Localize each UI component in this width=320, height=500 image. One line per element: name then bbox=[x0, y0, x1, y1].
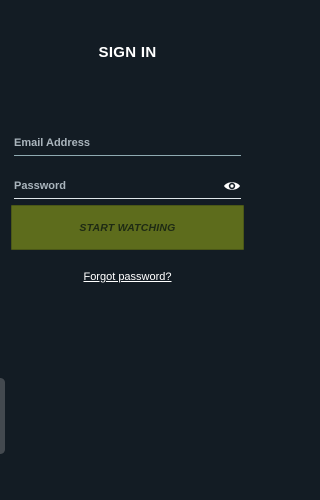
side-edge-handle[interactable] bbox=[0, 378, 5, 454]
password-field[interactable] bbox=[14, 177, 241, 199]
email-input[interactable] bbox=[14, 134, 214, 152]
password-input[interactable] bbox=[14, 177, 214, 195]
email-field[interactable] bbox=[14, 134, 241, 156]
password-underline bbox=[14, 198, 241, 199]
forgot-password-link[interactable]: Forgot password? bbox=[0, 271, 255, 283]
page-title: SIGN IN bbox=[98, 44, 157, 61]
email-underline bbox=[14, 155, 241, 156]
start-watching-button[interactable]: START WATCHING bbox=[11, 205, 244, 250]
eye-icon[interactable] bbox=[223, 179, 241, 193]
